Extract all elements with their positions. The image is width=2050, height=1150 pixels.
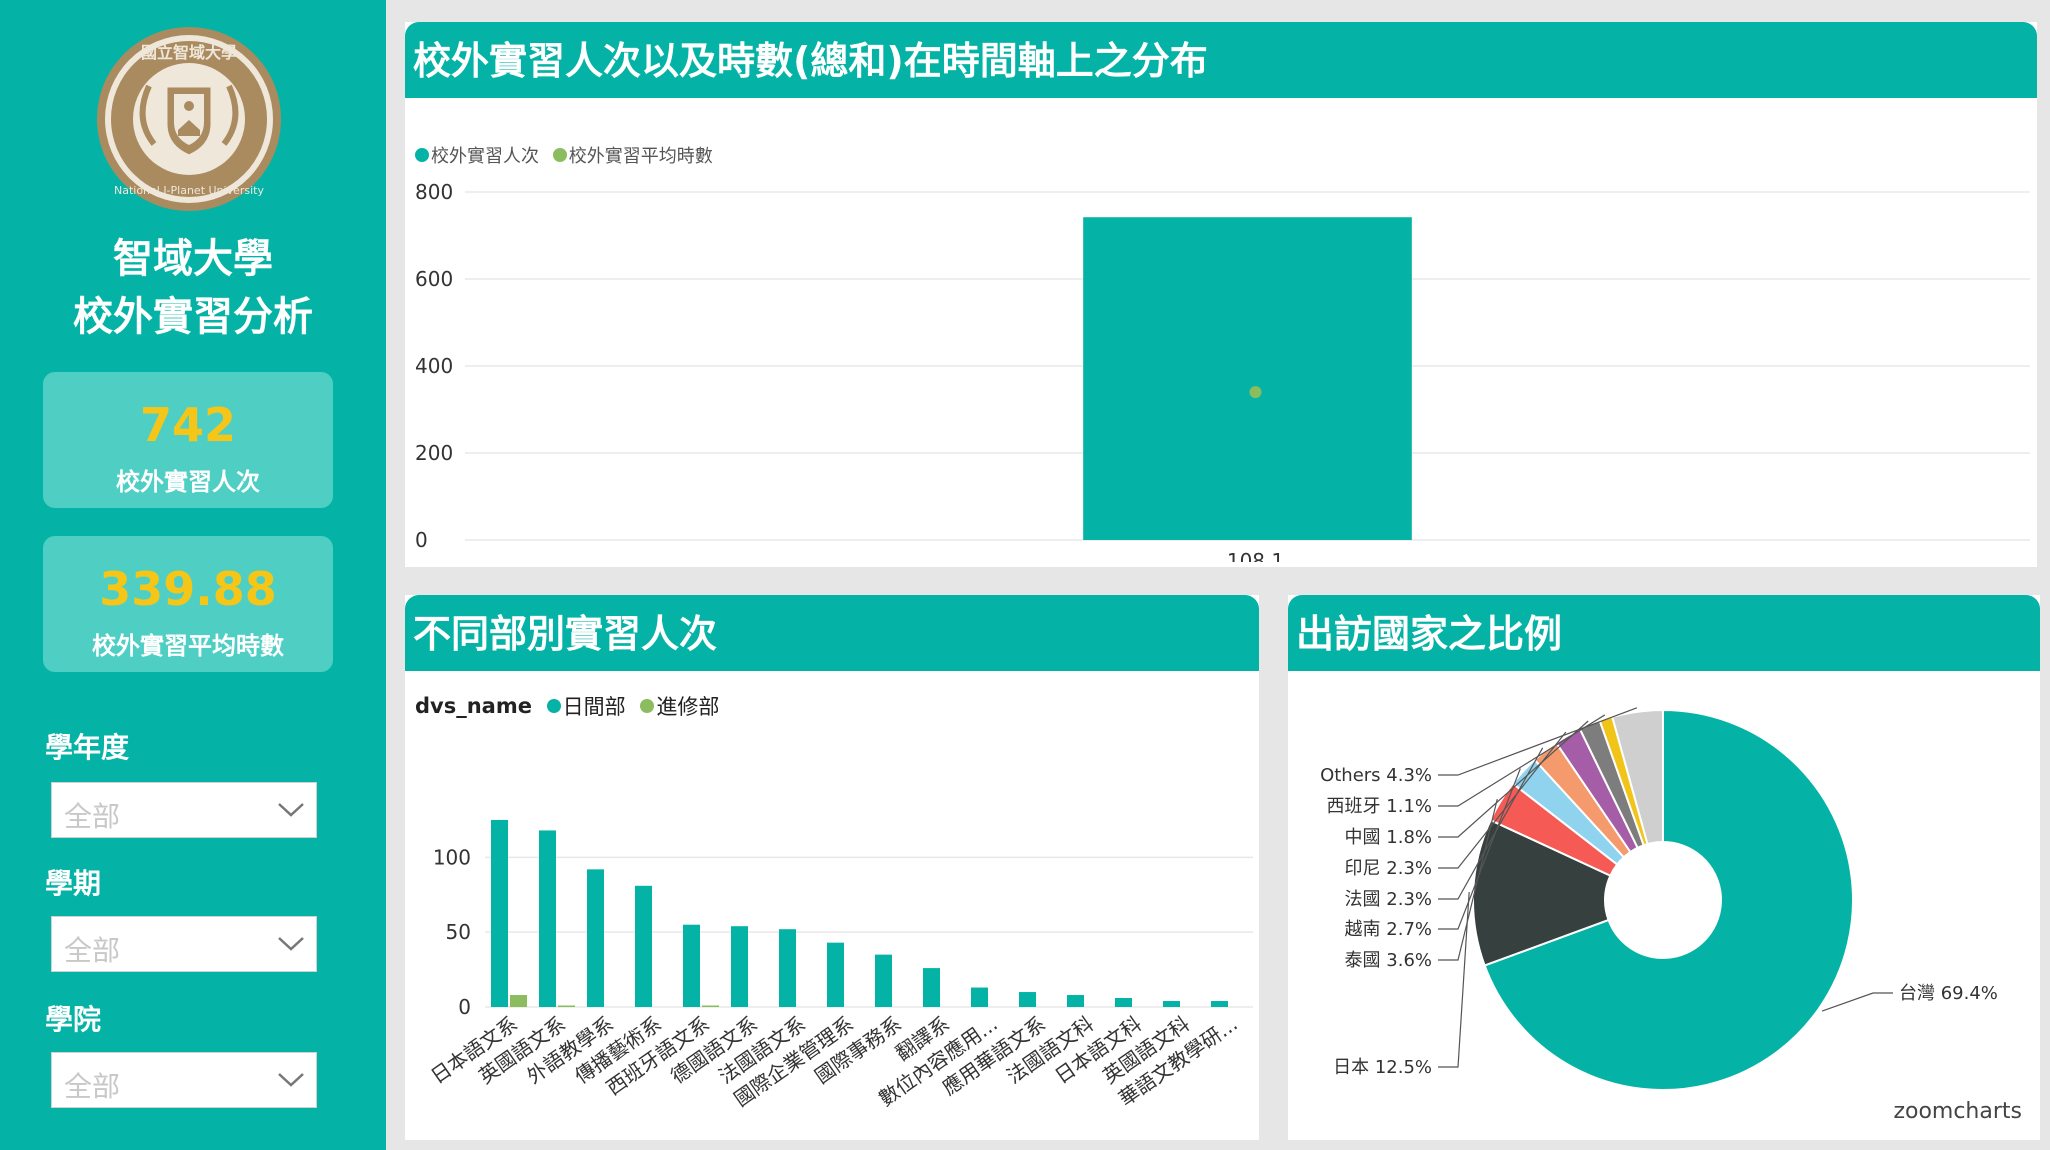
filter-label-academic-year: 學年度 [45,731,130,764]
kpi-value: 742 [139,398,237,452]
card-title: 出訪國家之比例 [1288,595,2040,671]
department-chart-card: 不同部別實習人次 dvs_name 日間部 進修部 0 50 100 日本語文系 英國語… [405,595,1259,1140]
filter-label-college: 學院 [45,1003,102,1036]
slice-label: 泰國 3.6% [1345,950,1432,971]
dropdown-value: 全部 [64,934,121,967]
bar [1083,217,1412,541]
bar [779,929,796,1007]
college-dropdown[interactable]: 全部 [51,1052,317,1108]
bar [1163,1001,1180,1007]
bar [683,924,700,1007]
legend-label[interactable]: 進修部 [656,695,719,719]
kpi-card-average-hours: 339.88 校外實習平均時數 [43,536,333,672]
legend-marker [552,148,567,162]
y-tick-label: 600 [415,267,453,291]
y-tick-label: 200 [415,441,453,465]
bar [731,926,748,1007]
legend-marker [415,148,429,162]
kpi-value: 339.88 [99,562,277,616]
card-title: 校外實習人次以及時數(總和)在時間軸上之分布 [405,22,2037,98]
kpi-label: 校外實習人次 [116,468,260,496]
semester-dropdown[interactable]: 全部 [51,916,317,972]
bar [1115,998,1132,1007]
bar [491,819,508,1007]
legend-label[interactable]: 日間部 [563,695,626,719]
slice-label: 台灣 69.4% [1899,983,1998,1004]
bar [587,869,604,1007]
y-tick-label: 100 [433,845,471,869]
academic-year-dropdown[interactable]: 全部 [51,782,317,838]
chevron-down-icon [278,803,304,817]
y-tick-label: 0 [458,995,471,1019]
legend-marker [546,699,561,713]
filter-label-semester: 學期 [45,867,102,900]
department-chart: 050100日本語文系英國語文系外語教學系傳播藝術系西班牙語文系德國語文系法國語… [426,819,1253,1111]
bar [827,942,844,1007]
bar [510,995,527,1007]
legend-title: dvs_name [415,694,532,718]
bar [875,954,892,1007]
bar [1067,995,1084,1007]
legend-marker [640,699,655,713]
chevron-down-icon [278,937,304,951]
bar [635,885,652,1007]
slice-label: Others 4.3% [1320,765,1432,786]
timeline-chart: 0 200 400 600 800 108 1 [415,180,2030,562]
y-tick-label: 800 [415,180,453,204]
title-line-2: 校外實習分析 [73,294,313,340]
country-chart-card: 出訪國家之比例 台灣 69.4% 日本 12.5% 泰國 3.6% 越南 2.7% 法國… [1288,595,2040,1140]
slice-label: 中國 1.8% [1345,827,1432,848]
card-title: 不同部別實習人次 [405,595,1259,671]
bar [702,1005,719,1007]
slice-label: 印尼 2.3% [1345,858,1432,879]
sidebar: 國立智域大學 National I-Planet University 智域大學… [0,0,386,1150]
leader-line [1821,992,1893,1012]
slice-label: 越南 2.7% [1345,919,1432,940]
kpi-label: 校外實習平均時數 [92,632,284,660]
chart-legend: dvs_name 日間部 進修部 [415,691,727,721]
dropdown-value: 全部 [64,800,121,833]
title-line-1: 智域大學 [113,236,273,282]
y-tick-label: 0 [415,528,428,552]
slice-label: 西班牙 1.1% [1327,796,1432,817]
kpi-card-internship-count: 742 校外實習人次 [43,372,333,508]
zoomcharts-watermark: zoomcharts [1893,1099,2022,1124]
bar [971,987,988,1007]
data-point [1249,386,1262,399]
logo-text: 國立智域大學 [141,43,237,62]
bar [539,830,556,1007]
timeline-chart-card: 校外實習人次以及時數(總和)在時間軸上之分布 校外實習人次 校外實習平均時數 0… [405,22,2037,567]
leader-line [1438,892,1470,1068]
slice-label: 日本 12.5% [1333,1057,1432,1078]
chevron-down-icon [278,1073,304,1087]
country-donut-chart: 台灣 69.4% 日本 12.5% 泰國 3.6% 越南 2.7% 法國 2.3% 印尼 … [1320,707,1998,1091]
bar [1211,1001,1228,1007]
y-tick-label: 400 [415,354,453,378]
dashboard-title: 智域大學 校外實習分析 [0,230,386,346]
logo-text-english: National I-Planet University [114,184,265,197]
bar [923,968,940,1007]
university-logo: 國立智域大學 National I-Planet University [97,27,281,211]
bar [1019,992,1036,1007]
dropdown-value: 全部 [64,1070,121,1103]
slice-label: 法國 2.3% [1345,889,1432,910]
bar [558,1005,575,1007]
y-tick-label: 50 [446,920,471,944]
x-tick-label: 108 1 [1227,549,1284,562]
